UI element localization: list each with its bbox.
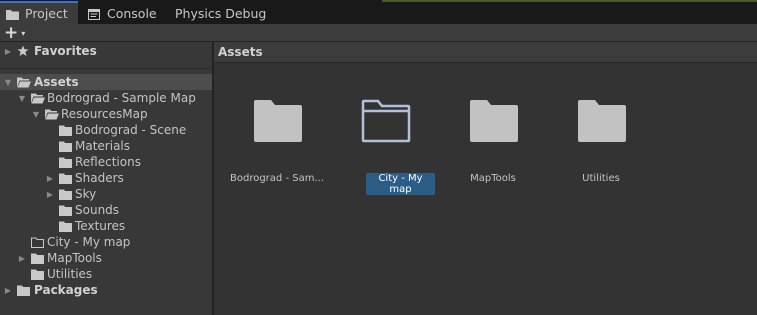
folder-open-icon (31, 93, 45, 104)
tree-item-label: MapTools (47, 251, 102, 265)
tree-item-assets[interactable]: ▼ Assets (0, 74, 212, 90)
tree-item-shaders[interactable]: ▶ Shaders (0, 170, 212, 186)
tree-item-city-my-map[interactable]: City - My map (0, 234, 212, 250)
breadcrumb-assets[interactable]: Assets (218, 45, 263, 59)
tree-item-label: Reflections (75, 155, 141, 169)
tree-item-label: Materials (75, 139, 131, 153)
project-toolbar: + ▾ (0, 24, 757, 42)
grid-item-label: Bodrograd - Sam... (230, 173, 324, 184)
add-asset-button[interactable]: + ▾ (4, 23, 34, 43)
folder-icon (59, 141, 73, 152)
tree-item-materials[interactable]: Materials (0, 138, 212, 154)
folder-outline-icon (31, 237, 45, 248)
tree-item-label: City - My map (47, 235, 131, 249)
folder-open-icon (17, 77, 31, 88)
breadcrumb: Assets (214, 42, 757, 63)
folder-open-outline-icon (361, 98, 411, 143)
tree-item-label: Bodrograd - Sample Map (47, 91, 196, 105)
grid-item-label: City - My map (366, 173, 435, 195)
tree-item-label: Sky (75, 187, 97, 201)
tab-bar-strip (382, 0, 757, 2)
chevron-down-icon[interactable]: ▼ (32, 110, 40, 119)
tree-item-favorites[interactable]: ▶ Favorites (0, 43, 212, 59)
folder-icon (6, 8, 19, 20)
tree-item-bodrograd-sample-map[interactable]: ▼ Bodrograd - Sample Map (0, 90, 212, 106)
grid-item-utilities[interactable]: Utilities (551, 98, 651, 198)
tree-item-label: ResourcesMap (61, 107, 148, 121)
folder-open-icon (45, 109, 59, 120)
folder-icon (31, 269, 45, 280)
folder-icon (253, 98, 303, 143)
tab-physics-debug-label: Physics Debug (175, 5, 267, 21)
tree-item-resourcesmap[interactable]: ▼ ResourcesMap (0, 106, 212, 122)
tab-project[interactable]: Project (0, 1, 78, 24)
tab-project-label: Project (25, 6, 68, 21)
tree-item-packages[interactable]: ▶ Packages (0, 282, 212, 298)
folder-icon (59, 221, 73, 232)
folder-icon (59, 189, 73, 200)
grid-item-label: Utilities (582, 173, 620, 184)
folder-icon (31, 253, 45, 264)
chevron-right-icon[interactable]: ▶ (18, 254, 26, 263)
folder-icon (59, 157, 73, 168)
chevron-right-icon[interactable]: ▶ (46, 174, 54, 183)
tree-item-label: Bodrograd - Scene (75, 123, 187, 137)
chevron-right-icon[interactable]: ▶ (4, 47, 12, 56)
chevron-right-icon[interactable]: ▶ (46, 190, 54, 199)
folder-icon (59, 205, 73, 216)
chevron-down-icon[interactable]: ▼ (4, 78, 12, 87)
tree-item-label: Shaders (75, 171, 124, 185)
tree-item-label: Assets (34, 75, 79, 89)
tree-item-bodrograd-scene[interactable]: Bodrograd - Scene (0, 122, 212, 138)
project-tree: ▶ Favorites ▼ Assets ▼ Bodrograd - Sampl… (0, 42, 212, 315)
chevron-right-icon[interactable]: ▶ (4, 286, 12, 295)
tree-item-maptools[interactable]: ▶ MapTools (0, 250, 212, 266)
tree-item-label: Sounds (75, 203, 120, 217)
tree-item-label: Utilities (47, 267, 93, 281)
folder-icon (577, 98, 627, 143)
chevron-down-icon[interactable]: ▼ (18, 94, 26, 103)
folder-icon (59, 173, 73, 184)
folder-icon (469, 98, 519, 143)
chevron-down-icon: ▾ (21, 28, 26, 38)
tab-console[interactable]: Console (82, 2, 164, 24)
asset-grid: Assets Bodrograd - Sam... City - My map … (214, 42, 757, 315)
tree-item-sounds[interactable]: Sounds (0, 202, 212, 218)
tree-item-label: Favorites (34, 44, 97, 58)
tree-item-sky[interactable]: ▶ Sky (0, 186, 212, 202)
console-icon (88, 8, 101, 20)
folder-icon (59, 125, 73, 136)
tree-item-reflections[interactable]: Reflections (0, 154, 212, 170)
tab-physics-debug[interactable]: Physics Debug (168, 2, 278, 24)
grid-item-maptools[interactable]: MapTools (443, 98, 543, 198)
tree-item-label: Textures (75, 219, 126, 233)
grid-item-label: MapTools (470, 173, 516, 184)
grid-item-city-my-map[interactable]: City - My map (335, 98, 435, 198)
grid-item-bodrograd-sample-map[interactable]: Bodrograd - Sam... (227, 98, 327, 198)
tab-console-label: Console (107, 5, 157, 21)
folder-icon (17, 285, 31, 296)
tree-divider (0, 68, 212, 69)
plus-icon: + (4, 23, 19, 43)
tree-item-label: Packages (34, 283, 98, 297)
window-tab-bar: Project Console Physics Debug (0, 0, 757, 24)
tree-item-utilities[interactable]: Utilities (0, 266, 212, 282)
star-icon (17, 45, 31, 56)
tree-item-textures[interactable]: Textures (0, 218, 212, 234)
